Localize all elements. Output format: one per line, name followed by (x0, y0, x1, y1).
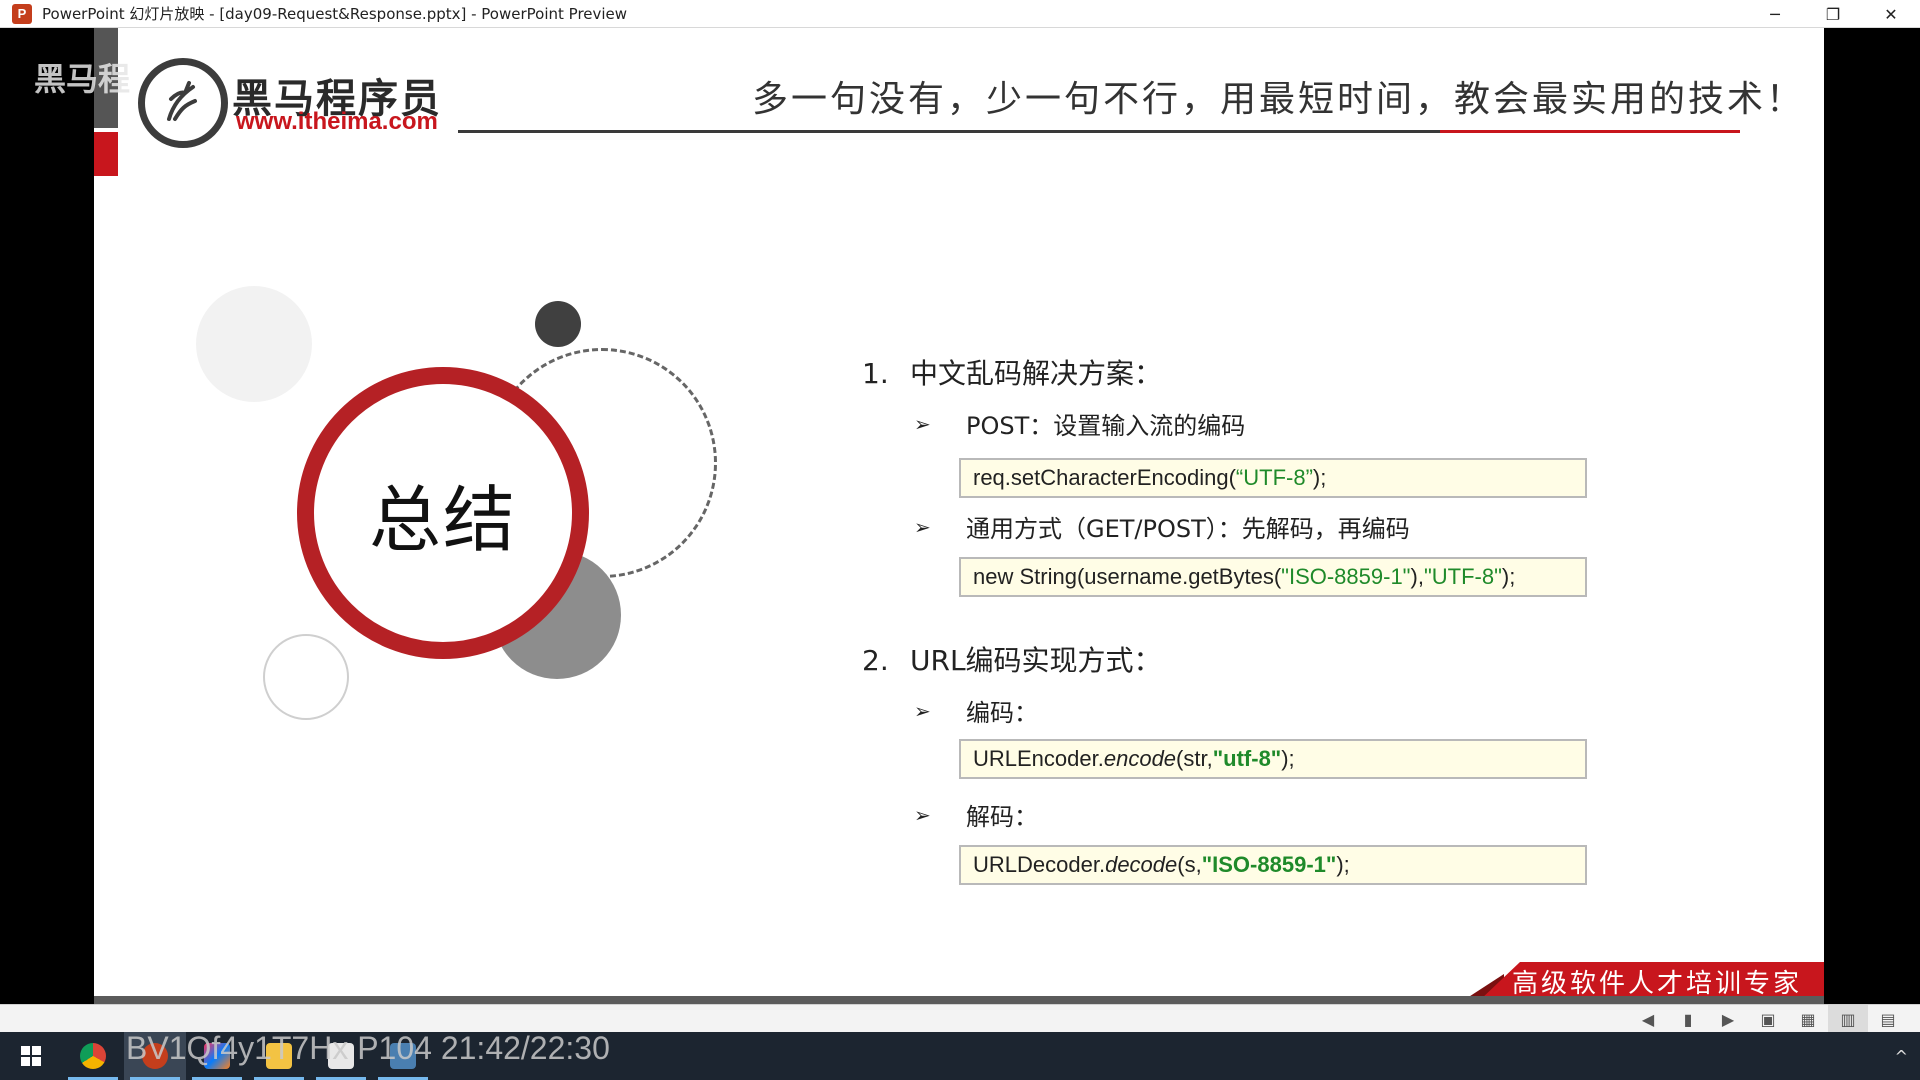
next-slide-button[interactable]: ▶ (1708, 1005, 1748, 1033)
item-number: 1. (862, 357, 889, 390)
code-text: req.setCharacterEncoding( (973, 465, 1236, 490)
bullet-arrow-icon: ➢ (914, 411, 931, 436)
start-button[interactable] (0, 1032, 62, 1080)
reading-view-button[interactable]: ▥ (1828, 1005, 1868, 1033)
code-string: “UTF-8” (1235, 465, 1313, 490)
tray-chevron-icon[interactable]: ^ (1895, 1047, 1908, 1066)
viewer-status-bar: ◀ ▮ ▶ ▣ ▦ ▥ ▤ (0, 1004, 1920, 1033)
code-string: "UTF-8" (1423, 564, 1502, 589)
code-box-url-decode: URLDecoder. decode (s, "ISO-8859-1"); (959, 845, 1587, 885)
taskbar-chrome[interactable] (62, 1032, 124, 1080)
video-id-overlay: BV1Qf4y1T7Hx P104 21:42/22:30 (126, 1030, 610, 1066)
code-text: URLEncoder. (973, 746, 1104, 771)
powerpoint-icon: P (12, 3, 32, 24)
video-watermark: 黑马程 (34, 60, 131, 98)
item-number: 2. (862, 644, 889, 677)
window-title: PowerPoint 幻灯片放映 - [day09-Request&Respon… (42, 5, 628, 23)
system-tray: ^ (1895, 1032, 1908, 1080)
code-text: (s, (1177, 852, 1202, 877)
code-box-new-string: new String(username.getBytes("ISO-8859-1… (959, 557, 1587, 597)
sub-item-label: 解码： (966, 803, 1038, 831)
item-heading-2: 2. URL编码实现方式： (862, 639, 1162, 679)
code-box-set-encoding: req.setCharacterEncoding(“UTF-8”); (959, 458, 1587, 498)
code-method: encode (1103, 746, 1177, 771)
code-string: "ISO-8859-1" (1281, 564, 1411, 589)
slide-content: 1. 中文乱码解决方案： ➢ POST：设置输入流的编码 req.setCharac… (94, 28, 1824, 996)
previous-slide-button[interactable]: ◀ (1628, 1005, 1668, 1033)
bullet-arrow-icon: ➢ (914, 802, 931, 827)
item-heading-1: 1. 中文乱码解决方案： (862, 352, 1162, 392)
code-text: ); (1336, 852, 1350, 877)
slide[interactable]: 黑马程序员 www.itheima.com 多一句没有，少一句不行，用最短时间，… (94, 28, 1824, 996)
sub-item-label: 通用方式（GET/POST）：先解码，再编码 (966, 515, 1410, 543)
code-text: ); (1312, 465, 1327, 490)
pause-button[interactable]: ▮ (1668, 1005, 1708, 1033)
code-text: ), (1410, 564, 1424, 589)
code-string: "ISO-8859-1" (1201, 852, 1337, 877)
sub-item-decode: ➢ 解码： (914, 797, 1038, 832)
sub-item-encode: ➢ 编码： (914, 693, 1038, 728)
normal-view-button[interactable]: ▣ (1748, 1005, 1788, 1033)
window-title-bar: P PowerPoint 幻灯片放映 - [day09-Request&Resp… (0, 0, 1920, 28)
code-text: (str, (1176, 746, 1213, 771)
slide-bottom-bar (94, 996, 1824, 1004)
close-button[interactable]: ✕ (1862, 0, 1920, 28)
item-heading-text: URL编码实现方式： (910, 644, 1162, 677)
code-method: decode (1105, 852, 1178, 877)
code-box-url-encode: URLEncoder. encode (str, "utf-8"); (959, 739, 1587, 779)
code-text: ); (1281, 746, 1295, 771)
slide-sorter-button[interactable]: ▦ (1788, 1005, 1828, 1033)
code-text: new String(username.getBytes( (973, 564, 1282, 589)
window-controls: ─ ❐ ✕ (1746, 0, 1920, 28)
slideshow-stage: 黑马程序员 www.itheima.com 多一句没有，少一句不行，用最短时间，… (0, 28, 1920, 1004)
chrome-icon (80, 1043, 106, 1069)
minimize-button[interactable]: ─ (1746, 0, 1804, 28)
windows-icon (21, 1046, 41, 1066)
restore-button[interactable]: ❐ (1804, 0, 1862, 28)
ribbon-text: 高级软件人才培训专家 (1511, 968, 1802, 997)
code-string: "utf-8" (1212, 746, 1282, 771)
sub-item-post: ➢ POST：设置输入流的编码 (914, 406, 1245, 441)
slideshow-view-button[interactable]: ▤ (1868, 1005, 1908, 1033)
code-text: URLDecoder. (973, 852, 1106, 877)
item-heading-text: 中文乱码解决方案： (910, 357, 1163, 390)
sub-item-label: POST：设置输入流的编码 (966, 412, 1246, 440)
sub-item-general: ➢ 通用方式（GET/POST）：先解码，再编码 (914, 509, 1410, 544)
footer-ribbon: 高级软件人才培训专家 (1480, 962, 1824, 996)
bullet-arrow-icon: ➢ (914, 698, 931, 723)
viewer-controls: ◀ ▮ ▶ ▣ ▦ ▥ ▤ (1628, 1005, 1908, 1033)
sub-item-label: 编码： (966, 699, 1038, 727)
bullet-arrow-icon: ➢ (914, 514, 931, 539)
code-text: ); (1501, 564, 1516, 589)
